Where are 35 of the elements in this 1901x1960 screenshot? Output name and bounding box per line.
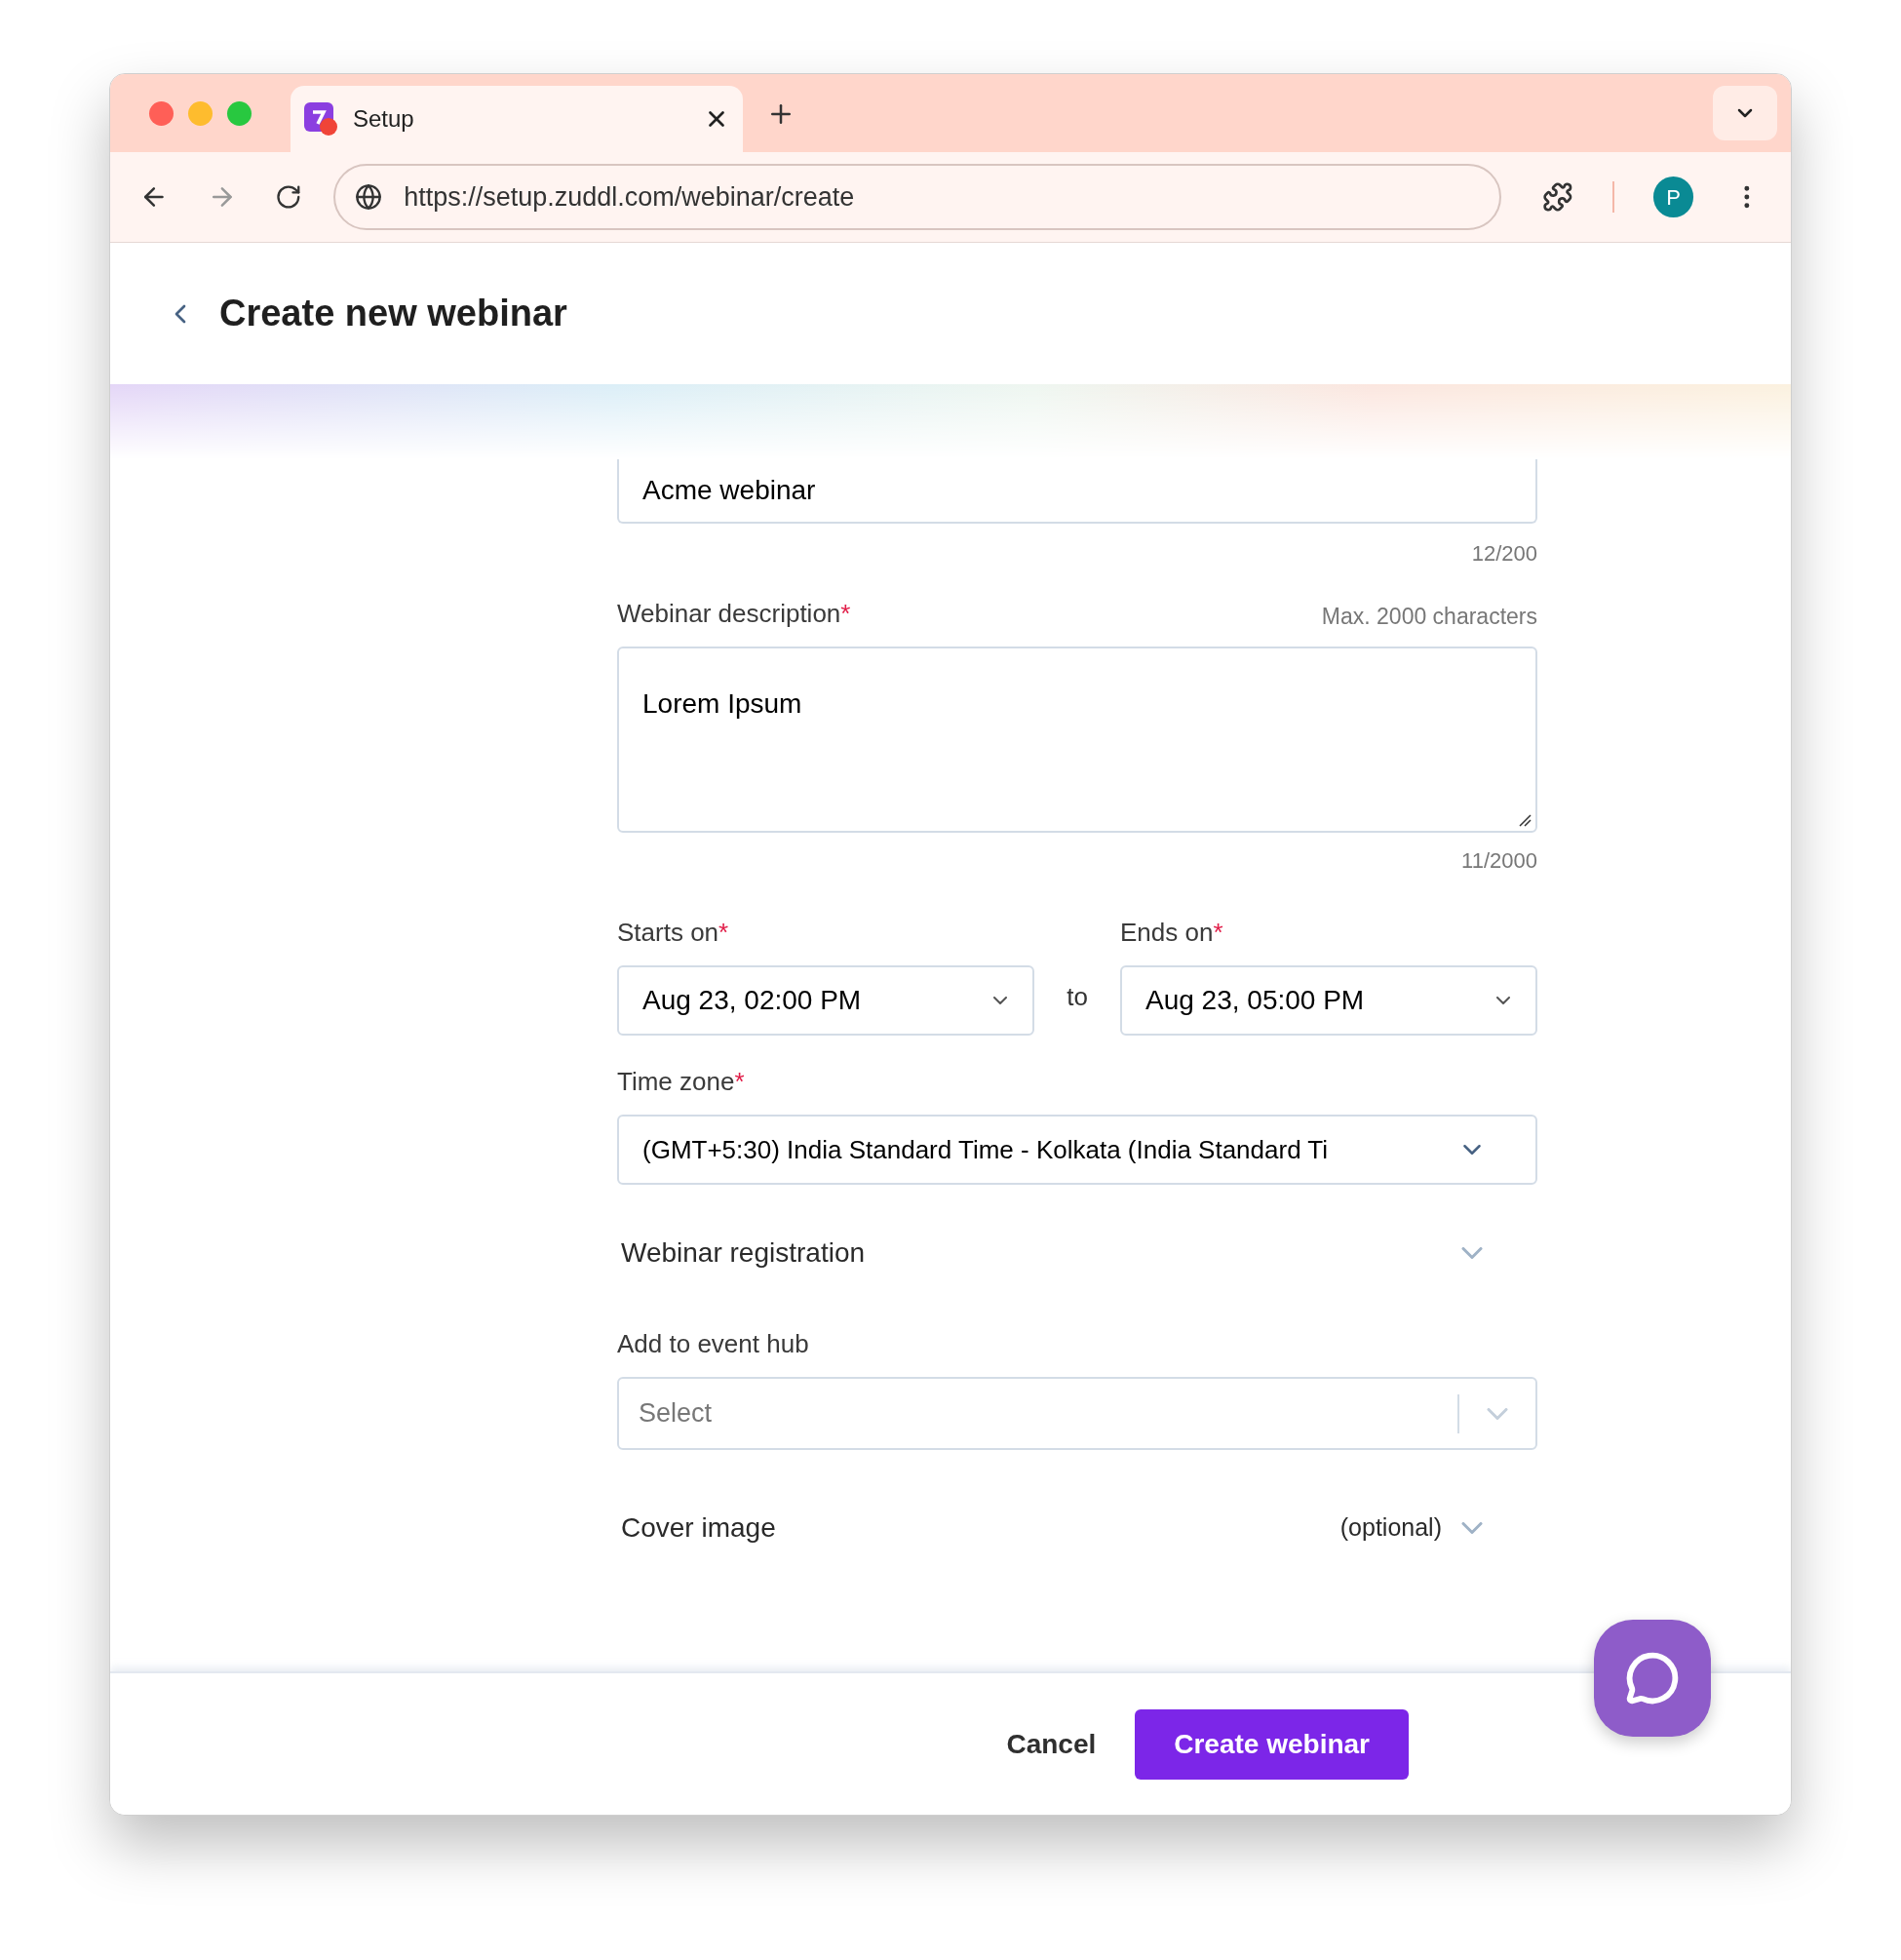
create-webinar-button[interactable]: Create webinar [1135,1708,1409,1780]
app-logo-icon [304,102,337,136]
chevron-down-icon [993,997,1007,1004]
character-counter: 11/2000 [1461,847,1537,875]
event-hub-select[interactable]: Select [617,1377,1537,1450]
resize-handle-icon [1518,813,1532,827]
chevron-down-icon [1496,997,1510,1004]
collapsible-section-header[interactable]: Webinar registration [617,1224,1537,1282]
field-label: Time zone* [617,1066,746,1098]
chat-bubble-icon [1625,1651,1680,1705]
end-date-select[interactable]: Aug 23, 05:00 PM [1120,965,1537,1036]
field-label: Webinar description* [617,598,851,630]
webinar-name-field[interactable]: Acme webinar [617,459,1537,524]
chevron-down-icon [1463,1145,1481,1155]
start-date-select[interactable]: Aug 23, 02:00 PM [617,965,1034,1036]
chevron-down-icon [1461,1522,1483,1534]
cancel-button[interactable]: Cancel [996,1708,1106,1780]
field-hint: Max. 2000 characters [1321,602,1537,631]
collapsible-section-header[interactable]: Cover image (optional) [617,1499,1537,1557]
chevron-down-icon [1487,1407,1508,1420]
description-field[interactable]: Lorem Ipsum [617,647,1537,833]
chevron-down-icon [1461,1247,1483,1259]
start-date-select-label: Starts on* [617,917,730,949]
field-label: Add to event hub [617,1328,810,1360]
address-bar[interactable]: https://setup.zuddl.com/webinar/create [333,164,1502,230]
end-date-select-label: Ends on* [1120,917,1224,949]
globe-icon [355,183,383,211]
time-zone-select[interactable]: (GMT+5:30) India Standard Time - Kolkata (India Standard Ti [617,1115,1537,1185]
browser-tab[interactable]: Setup [291,86,743,152]
profile-avatar[interactable]: P [1652,176,1694,217]
chat-button[interactable] [1594,1620,1711,1737]
page-title: Create new webinar [219,292,567,335]
character-counter: 12/200 [1471,540,1537,568]
range-separator: to [1067,981,1088,1013]
extensions-icon[interactable] [1542,181,1573,213]
